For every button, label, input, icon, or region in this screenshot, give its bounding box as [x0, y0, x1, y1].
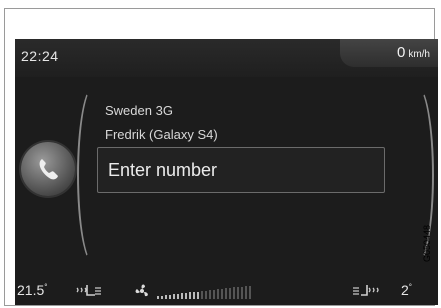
fan-level-segment — [197, 291, 199, 299]
fan-level-segment — [165, 295, 167, 299]
phone-handset-icon — [39, 159, 58, 180]
fan-level-segment — [193, 291, 195, 299]
fan-level-segment — [181, 293, 183, 299]
fan-level-segment — [209, 290, 211, 299]
fan-level-segment — [233, 287, 235, 299]
fan-level-segment — [169, 294, 171, 299]
fan-level-segment — [185, 292, 187, 299]
fan-level-segment — [173, 294, 175, 299]
right-temperature[interactable]: 2° — [401, 282, 412, 298]
fan-level-segment — [161, 295, 163, 299]
clock: 22:24 — [21, 48, 59, 64]
left-temperature-unit: ° — [44, 282, 48, 292]
fan-level-segment — [249, 285, 251, 299]
fan-level-segment — [217, 289, 219, 299]
fan-icon[interactable] — [133, 283, 151, 299]
fan-level-segment — [189, 292, 191, 299]
fan-level-segment — [205, 290, 207, 299]
right-temperature-unit: ° — [408, 282, 412, 292]
phone-button[interactable] — [21, 142, 75, 196]
fan-level-segment — [221, 288, 223, 299]
fan-level-segment — [237, 287, 239, 299]
figure-code: G050448 — [422, 224, 432, 262]
fan-level-segment — [201, 291, 203, 299]
climate-bar: 21.5° 2° — [15, 273, 438, 305]
fan-level-bar[interactable] — [157, 285, 251, 299]
enter-number-field[interactable]: Enter number — [97, 147, 385, 193]
right-temperature-value: 2 — [401, 282, 409, 298]
fan-level-segment — [177, 293, 179, 299]
fan-level-segment — [229, 287, 231, 299]
seat-heater-left-icon[interactable] — [75, 283, 101, 299]
network-name: Sweden 3G — [105, 103, 173, 118]
fan-level-segment — [241, 286, 243, 299]
fan-level-segment — [157, 296, 159, 299]
connected-device: Fredrik (Galaxy S4) — [105, 127, 218, 142]
fan-level-segment — [213, 289, 215, 299]
speed-readout: 0 km/h — [340, 39, 438, 67]
figure-frame: 22:24 0 km/h Sweden 3G Fredrik (Galaxy S4… — [4, 8, 438, 306]
fan-level-segment — [245, 286, 247, 299]
seat-heater-right-icon[interactable] — [353, 283, 379, 299]
left-temperature[interactable]: 21.5° — [17, 282, 47, 298]
speed-unit: km/h — [408, 49, 430, 60]
speed-value: 0 — [396, 44, 406, 61]
infotainment-screen: 22:24 0 km/h Sweden 3G Fredrik (Galaxy S4… — [15, 39, 438, 305]
fan-level-segment — [225, 288, 227, 299]
left-temperature-value: 21.5 — [17, 282, 45, 298]
